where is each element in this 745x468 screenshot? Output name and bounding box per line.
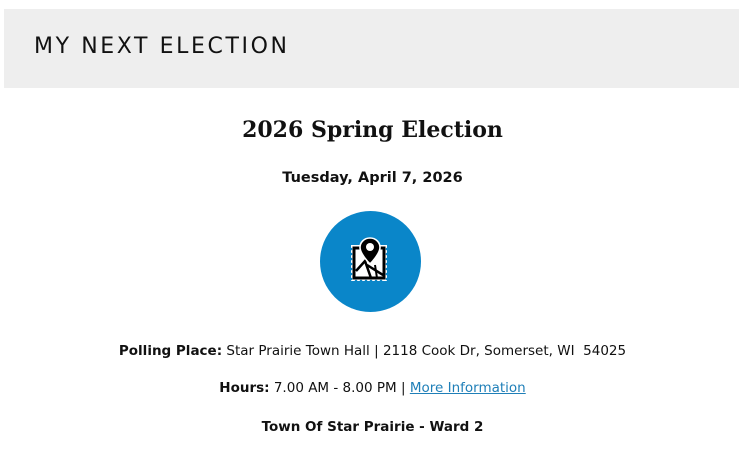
- header-bar: MY NEXT ELECTION: [4, 9, 739, 88]
- hours-label: Hours:: [219, 380, 270, 396]
- page-title: MY NEXT ELECTION: [34, 34, 290, 59]
- ward-text: Town Of Star Prairie - Ward 2: [261, 419, 484, 435]
- polling-separator: |: [374, 343, 379, 359]
- polling-place-label: Polling Place:: [118, 343, 223, 359]
- map-icon-graphic: [349, 237, 389, 283]
- polling-place-address: 2118 Cook Dr, Somerset, WI 54025: [382, 343, 627, 359]
- hours-separator: |: [400, 380, 406, 396]
- hours-value: 7.00 AM - 8.00 PM: [273, 380, 397, 396]
- more-information-link[interactable]: More Information: [410, 380, 526, 396]
- election-date: Tuesday, April 7, 2026: [282, 170, 463, 186]
- polling-place-location: Star Prairie Town Hall: [226, 343, 370, 359]
- polling-place-line: Polling Place: Star Prairie Town Hall | …: [0, 343, 745, 359]
- election-name: 2026 Spring Election: [242, 117, 503, 143]
- hours-line: Hours: 7.00 AM - 8.00 PM | More Informat…: [0, 380, 745, 396]
- map-pin-icon: [320, 211, 421, 312]
